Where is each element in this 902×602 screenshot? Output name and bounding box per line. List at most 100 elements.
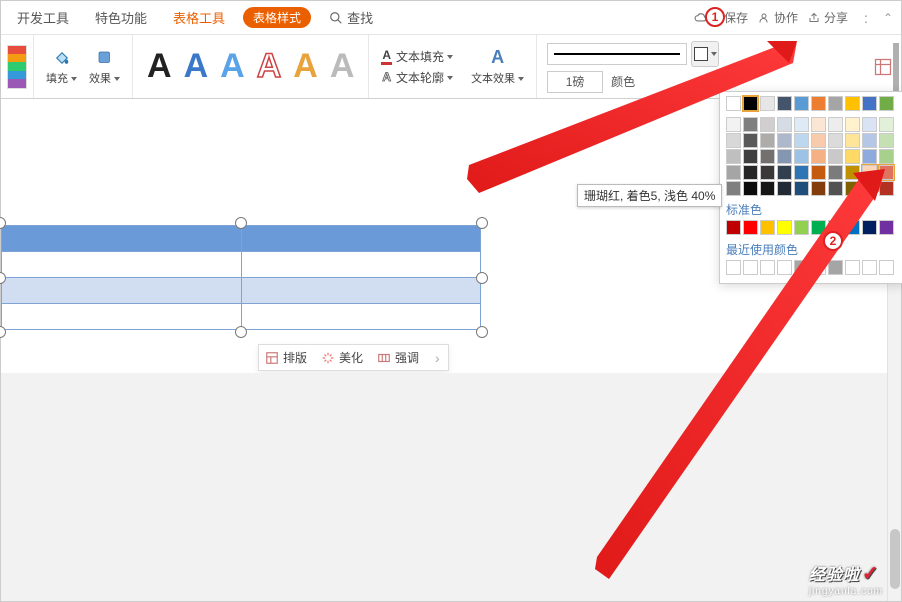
color-swatch[interactable] [726,181,741,196]
color-swatch[interactable] [794,149,809,164]
tab-table-tools[interactable]: 表格工具 [165,8,233,27]
table-row[interactable] [2,252,481,278]
color-swatch[interactable] [726,133,741,148]
color-swatch[interactable] [879,181,894,196]
color-swatch[interactable] [743,260,758,275]
more-menu[interactable]: : [858,10,873,26]
color-swatch[interactable] [743,220,758,235]
sample-table[interactable] [1,225,481,330]
color-swatch[interactable] [862,260,877,275]
resize-handle[interactable] [476,326,488,338]
color-swatch[interactable] [828,117,843,132]
color-swatch[interactable] [811,260,826,275]
color-swatch[interactable] [845,260,860,275]
color-swatch[interactable] [760,117,775,132]
color-swatch[interactable] [828,181,843,196]
color-swatch[interactable] [879,149,894,164]
tab-dev[interactable]: 开发工具 [9,8,77,27]
color-swatch[interactable] [794,260,809,275]
color-swatch[interactable] [760,260,775,275]
color-swatch[interactable] [862,149,877,164]
ctx-layout[interactable]: 排版 [265,349,307,366]
color-swatch[interactable] [811,133,826,148]
color-swatch[interactable] [743,149,758,164]
color-swatch[interactable] [726,117,741,132]
color-swatch[interactable] [811,220,826,235]
color-swatch[interactable] [760,165,775,180]
style-a-3[interactable]: A [216,45,249,88]
color-swatch[interactable] [777,117,792,132]
recent-color-strip[interactable] [7,45,27,89]
color-swatch[interactable] [777,220,792,235]
color-swatch[interactable] [845,165,860,180]
color-swatch[interactable] [845,220,860,235]
border-color-button[interactable] [691,41,719,67]
color-swatch[interactable] [743,181,758,196]
color-swatch[interactable] [777,181,792,196]
tab-table-style[interactable]: 表格样式 [243,7,311,28]
color-swatch[interactable] [828,96,843,111]
color-swatch[interactable] [743,117,758,132]
color-swatch[interactable] [862,117,877,132]
border-style-combo[interactable] [547,43,687,65]
text-outline-button[interactable]: A 文本轮廓 [381,69,453,86]
collaborate-button[interactable]: 协作 [758,9,798,26]
color-swatch[interactable] [811,96,826,111]
style-a-4[interactable]: A [253,45,286,88]
color-swatch[interactable] [811,181,826,196]
color-swatch[interactable] [845,181,860,196]
color-swatch[interactable] [794,181,809,196]
color-swatch[interactable] [777,165,792,180]
ctx-more[interactable]: › [433,350,442,366]
color-swatch[interactable] [794,133,809,148]
color-swatch[interactable] [862,96,877,111]
color-swatch[interactable] [777,149,792,164]
color-swatch[interactable] [726,165,741,180]
color-swatch[interactable] [760,149,775,164]
text-fill-button[interactable]: A 文本填充 [381,48,453,65]
color-swatch[interactable] [726,96,741,111]
color-swatch[interactable] [828,133,843,148]
color-swatch[interactable] [862,165,877,180]
resize-handle[interactable] [476,217,488,229]
color-swatch[interactable] [794,117,809,132]
color-swatch[interactable] [760,181,775,196]
color-swatch[interactable] [777,260,792,275]
color-swatch[interactable] [777,96,792,111]
tab-find[interactable]: 查找 [321,8,381,27]
text-effect-button[interactable]: A 文本效果 [465,48,530,86]
color-swatch[interactable] [726,260,741,275]
color-swatch[interactable] [760,133,775,148]
color-swatch[interactable] [879,260,894,275]
color-swatch[interactable] [862,181,877,196]
color-swatch[interactable] [845,133,860,148]
table-row[interactable] [2,226,481,252]
color-swatch[interactable] [743,133,758,148]
color-swatch[interactable] [828,149,843,164]
color-swatch[interactable] [828,165,843,180]
color-swatch[interactable] [879,96,894,111]
ctx-emphasis[interactable]: 强调 [377,349,419,366]
color-swatch[interactable] [794,165,809,180]
color-swatch[interactable] [879,133,894,148]
color-swatch[interactable] [845,117,860,132]
share-button[interactable]: 分享 [808,9,848,26]
border-weight-combo[interactable]: 1磅 [547,71,603,93]
resize-handle[interactable] [235,217,247,229]
color-swatch[interactable] [726,149,741,164]
color-swatch[interactable] [794,220,809,235]
effect-button[interactable]: 效果 [83,48,126,86]
table-options-icon[interactable] [873,57,893,77]
style-a-2[interactable]: A [180,45,213,88]
color-swatch[interactable] [862,220,877,235]
color-swatch[interactable] [845,96,860,111]
color-swatch[interactable] [760,96,775,111]
fill-button[interactable]: 填充 [40,48,83,86]
resize-handle[interactable] [235,326,247,338]
color-swatch[interactable] [811,117,826,132]
color-swatch[interactable] [726,220,741,235]
style-a-5[interactable]: A [289,45,322,88]
overflow-caret[interactable]: ⌃ [883,11,893,25]
style-a-1[interactable]: A [143,45,176,88]
color-swatch[interactable] [845,149,860,164]
